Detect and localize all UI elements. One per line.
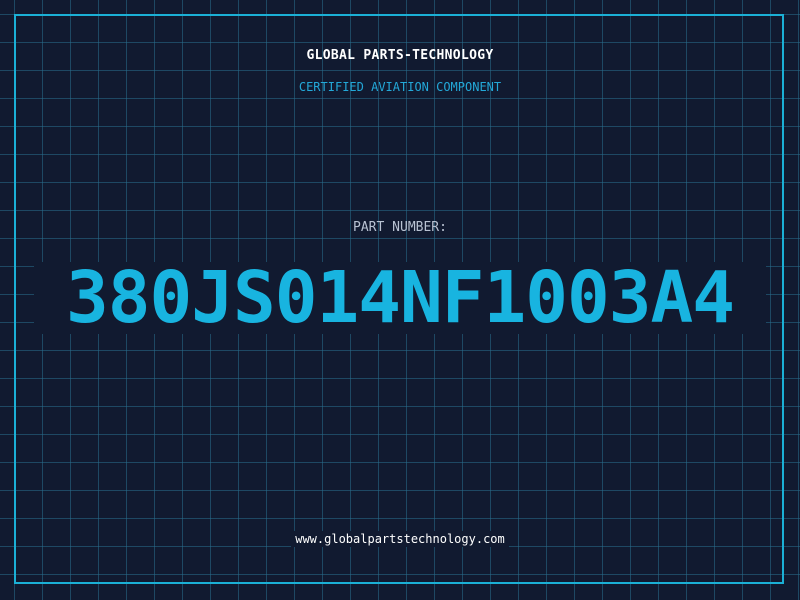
part-number-panel: 380JS014NF1003A4: [34, 262, 766, 334]
certificate-subtitle: CERTIFIED AVIATION COMPONENT: [298, 80, 502, 94]
part-number-label: PART NUMBER:: [353, 220, 447, 235]
certificate-canvas: GLOBAL PARTS-TECHNOLOGY CERTIFIED AVIATI…: [0, 0, 800, 600]
company-name: GLOBAL PARTS-TECHNOLOGY: [306, 48, 494, 63]
part-number-value: 380JS014NF1003A4: [66, 256, 735, 339]
footer: www.globalpartstechnology.com: [0, 528, 800, 547]
website-link[interactable]: www.globalpartstechnology.com: [291, 531, 509, 547]
